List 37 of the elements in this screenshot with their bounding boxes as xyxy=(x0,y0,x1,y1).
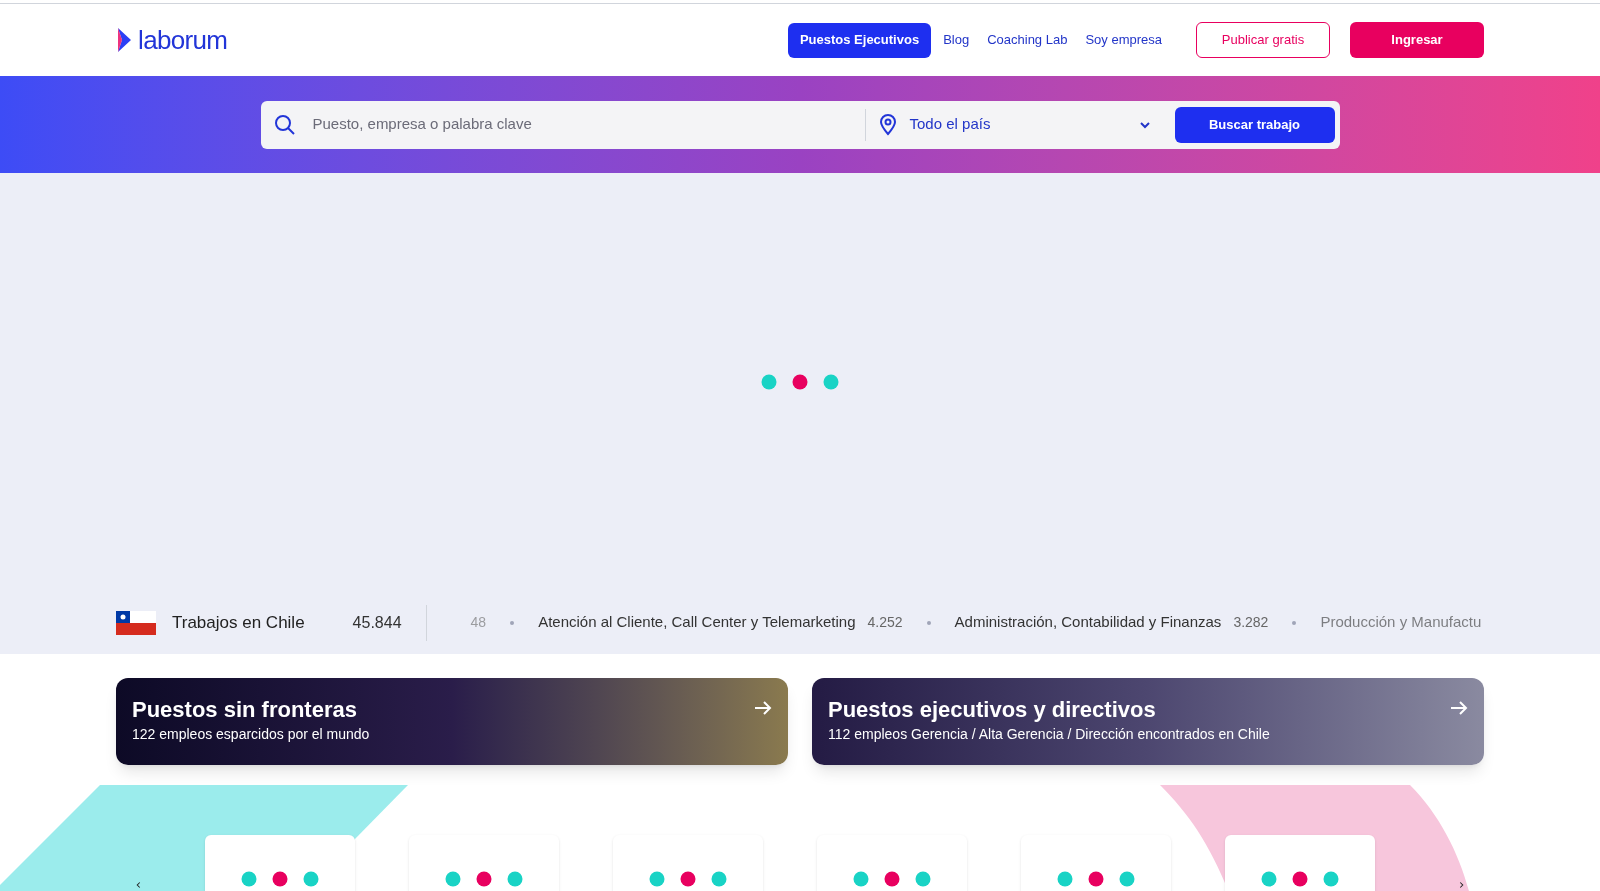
loading-dots-icon xyxy=(1056,870,1136,888)
promo-title: Puestos sin fronteras xyxy=(132,696,358,724)
publish-button[interactable]: Publicar gratis xyxy=(1196,22,1330,58)
location-dropdown[interactable]: Todo el país xyxy=(909,113,1150,136)
logo-text[interactable]: laborum xyxy=(138,27,228,53)
ticker-title: Trabajos en Chile xyxy=(172,611,305,634)
promo-subtitle: 112 empleos Gerencia / Alta Gerencia / Dirección encontrados en Chile xyxy=(828,724,1270,744)
loading-dots-icon xyxy=(1260,870,1340,888)
nav-link[interactable]: Puestos Ejecutivos xyxy=(787,22,932,58)
category-link[interactable]: Administración, Contabilidad y Finanzas xyxy=(954,611,1222,634)
promo-card[interactable]: Puestos ejecutivos y directivos 112 empleos Gerencia / Alta Gerencia / Dirección encontrados en Chile xyxy=(812,678,1484,765)
ticker-total: 45.844 xyxy=(352,612,402,633)
promo-title: Puestos ejecutivos y directivos xyxy=(828,696,1157,724)
loading-dots-icon xyxy=(760,373,840,391)
category-link[interactable]: Producción y Manufactu xyxy=(1320,611,1482,634)
category-link[interactable]: Atención al Cliente, Call Center y Telemarketing xyxy=(538,611,856,634)
nav-link[interactable]: Coaching Lab xyxy=(981,30,1074,50)
chevron-down-icon xyxy=(1139,120,1150,129)
nav-link[interactable]: Blog xyxy=(937,30,976,50)
search-button[interactable]: Buscar trabajo xyxy=(1174,106,1335,143)
loading-dots-icon xyxy=(444,870,524,888)
category-count: 3.282 xyxy=(1233,613,1269,632)
arrow-right-icon xyxy=(754,700,772,716)
login-button[interactable]: Ingresar xyxy=(1350,22,1484,58)
search-icon xyxy=(272,112,297,137)
category-count: 4.252 xyxy=(867,613,903,632)
arrow-right-icon xyxy=(1450,700,1468,716)
location-pin-icon xyxy=(877,113,898,136)
promo-subtitle: 122 empleos esparcidos por el mundo xyxy=(132,724,370,744)
category-count: 48 xyxy=(470,613,487,632)
nav-link[interactable]: Soy empresa xyxy=(1079,30,1168,50)
promo-card[interactable]: Puestos sin fronteras 122 empleos esparcidos por el mundo xyxy=(116,678,788,765)
search-input-field[interactable]: Puesto, empresa o palabra clave xyxy=(312,113,853,136)
loading-dots-icon xyxy=(648,870,728,888)
loading-dots-icon xyxy=(852,870,932,888)
loading-dots-icon xyxy=(240,870,320,888)
chile-flag-icon xyxy=(116,610,156,635)
